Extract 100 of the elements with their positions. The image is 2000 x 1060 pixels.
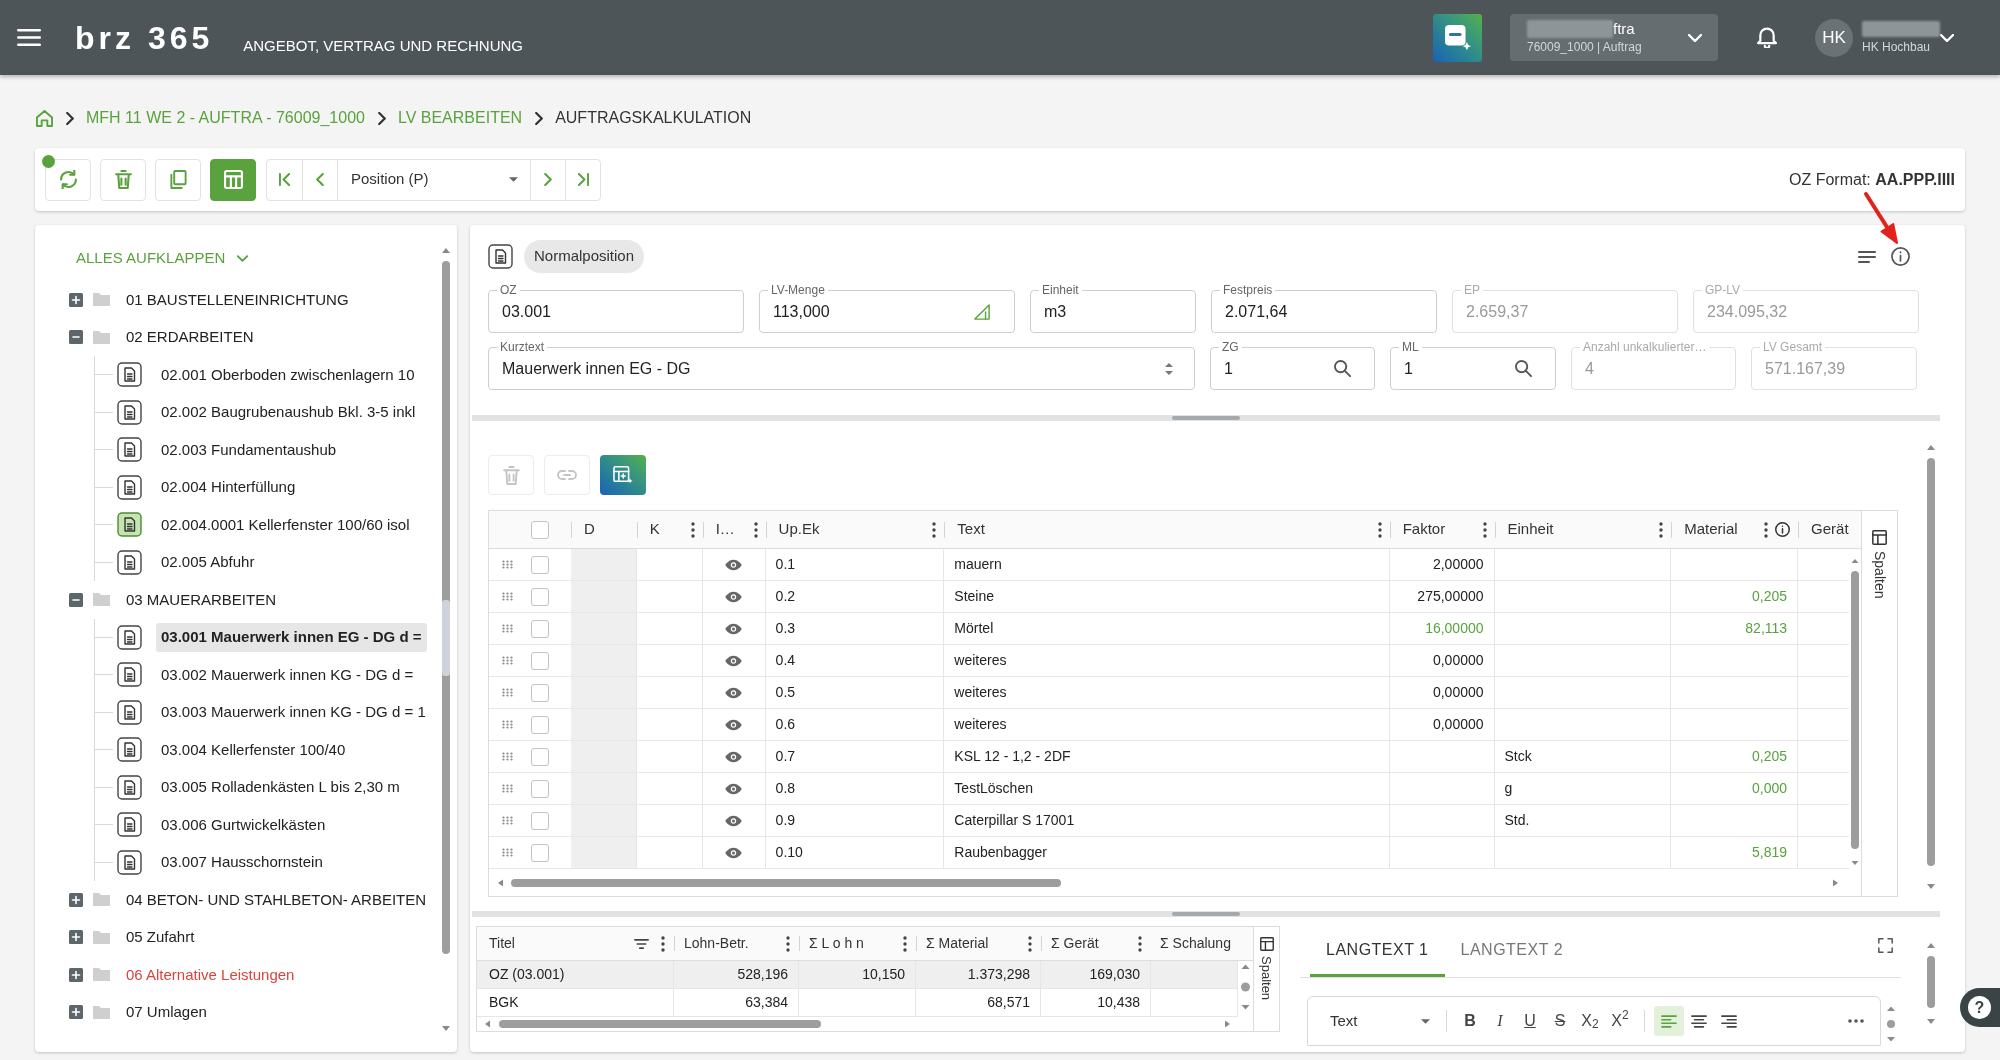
column-header[interactable]: Σ Schalung [1160, 933, 1231, 954]
tree-folder-label[interactable]: 02 ERDARBEITEN [126, 326, 254, 349]
columns-panel-tab[interactable]: Spalten [1861, 511, 1897, 896]
minus-box-icon[interactable] [69, 592, 83, 607]
user-avatar[interactable]: HK [1815, 18, 1853, 57]
column-header[interactable]: Σ Gerät [1051, 933, 1099, 954]
column-header[interactable]: K [649, 518, 660, 541]
plus-box-icon[interactable] [69, 892, 83, 907]
checkbox[interactable] [530, 587, 549, 606]
vertical-scrollbar[interactable] [1885, 1004, 1897, 1044]
tree-position-label[interactable]: 02.003 Fundamentaushub [161, 438, 337, 461]
kebab-menu-icon[interactable] [1138, 935, 1142, 952]
summary-row[interactable]: OZ (03.001) 528,196 10,150 1.373,298 169,030 [477, 961, 1238, 989]
tree-folder-label[interactable]: 04 BETON- UND STAHLBETON- ARBEITEN [126, 888, 427, 911]
drag-handle-icon[interactable] [501, 784, 513, 793]
home-icon[interactable] [36, 109, 53, 127]
plus-box-icon[interactable] [69, 967, 83, 982]
resize-handle[interactable] [1172, 416, 1240, 420]
column-header[interactable]: Up.Ek [778, 518, 820, 541]
tree-position-label[interactable]: 03.007 Hausschornstein [161, 851, 323, 874]
ai-table-button[interactable] [600, 455, 646, 495]
tree-position-label[interactable]: 02.002 Baugrubenaushub Bkl. 3-5 inkl [161, 401, 416, 424]
kebab-menu-icon[interactable] [661, 935, 665, 952]
plus-box-icon[interactable] [69, 292, 83, 307]
column-header[interactable]: I… [715, 518, 735, 541]
column-header[interactable]: D [583, 518, 595, 541]
chevron-down-icon[interactable] [1940, 33, 1954, 42]
tree-position-label[interactable]: 03.004 Kellerfenster 100/40 [161, 738, 346, 761]
subscript-button[interactable]: X$_{2}$ [1575, 1006, 1605, 1036]
checkbox[interactable] [530, 619, 549, 638]
drag-handle-icon[interactable] [501, 720, 513, 729]
kebab-menu-icon[interactable] [903, 935, 907, 952]
eye-icon[interactable] [724, 590, 744, 603]
column-header[interactable]: Titel [489, 933, 515, 954]
eye-icon[interactable] [724, 846, 744, 859]
column-header[interactable]: Σ Material [926, 933, 989, 954]
drag-handle-icon[interactable] [501, 848, 513, 857]
column-header[interactable]: Lohn-Betr. [684, 933, 749, 954]
kebab-menu-icon[interactable] [753, 521, 758, 538]
app-switcher-button[interactable] [1433, 13, 1482, 62]
expand-button[interactable] [1878, 938, 1893, 953]
column-header[interactable]: Einheit [1507, 518, 1554, 541]
tree-position-label[interactable]: 02.004 Hinterfüllung [161, 476, 296, 499]
checkbox[interactable] [530, 520, 549, 539]
checkbox[interactable] [530, 779, 549, 798]
calculation-button[interactable] [210, 158, 256, 201]
checkbox[interactable] [530, 683, 549, 702]
tree-folder-label[interactable]: 01 BAUSTELLENEINRICHTUNG [126, 288, 349, 311]
drag-handle-icon[interactable] [501, 560, 513, 569]
superscript-button[interactable]: X$^{2}$ [1605, 1006, 1635, 1036]
checkbox[interactable] [530, 715, 549, 734]
tree-position-label[interactable]: 03.002 Mauerwerk innen KG - DG d = [161, 663, 414, 686]
drag-handle-icon[interactable] [501, 816, 513, 825]
eye-icon[interactable] [724, 622, 744, 635]
kebab-menu-icon[interactable] [1377, 521, 1382, 538]
kebab-menu-icon[interactable] [1764, 521, 1769, 538]
more-button[interactable] [1848, 1019, 1864, 1023]
checkbox[interactable] [530, 555, 549, 574]
resize-handle[interactable] [1172, 912, 1240, 916]
kebab-menu-icon[interactable] [1482, 521, 1487, 538]
drag-handle-icon[interactable] [501, 624, 513, 633]
tab[interactable]: LANGTEXT 2 [1444, 925, 1580, 977]
checkbox[interactable] [530, 651, 549, 670]
column-header[interactable]: Text [957, 518, 985, 541]
tree-folder-label[interactable]: 03 MAUERARBEITEN [126, 588, 277, 611]
italic-button[interactable]: I [1485, 1006, 1515, 1036]
columns-panel-tab[interactable]: Spalten [1253, 927, 1279, 1031]
kebab-menu-icon[interactable] [1659, 521, 1664, 538]
minus-box-icon[interactable] [69, 330, 83, 345]
kebab-menu-icon[interactable] [690, 521, 695, 538]
tree-folder-label[interactable]: 05 Zufahrt [126, 926, 195, 949]
column-header[interactable]: Material [1684, 518, 1738, 541]
tree-position-label[interactable]: 03.001 Mauerwerk innen EG - DG d = [156, 623, 427, 652]
plus-box-icon[interactable] [69, 930, 83, 945]
help-button[interactable]: ? [1960, 988, 2000, 1027]
project-selector[interactable]: ftra 76009_1000 | Auftrag [1510, 14, 1718, 61]
kebab-menu-icon[interactable] [786, 935, 790, 952]
eye-icon[interactable] [724, 782, 744, 795]
underline-button[interactable]: U [1515, 1006, 1545, 1036]
tree-position-label[interactable]: 03.003 Mauerwerk innen KG - DG d = 1 [161, 701, 426, 724]
plus-box-icon[interactable] [69, 1005, 83, 1020]
tree-folder-label[interactable]: 07 Umlagen [126, 1001, 207, 1024]
kebab-menu-icon[interactable] [932, 521, 937, 538]
delete-button[interactable] [100, 158, 146, 201]
column-header[interactable]: Σ L o h n [809, 933, 864, 954]
summary-row[interactable]: BGK 63,384 68,571 10,438 [477, 989, 1238, 1017]
kebab-menu-icon[interactable] [1028, 935, 1032, 952]
tree-position-label[interactable]: 02.005 Abfuhr [161, 551, 255, 574]
drag-handle-icon[interactable] [501, 656, 513, 665]
refresh-button[interactable] [45, 158, 91, 201]
drag-handle-icon[interactable] [501, 592, 513, 601]
tree-position-label[interactable]: 02.001 Oberboden zwischenlagern 10 [161, 363, 415, 386]
strikethrough-button[interactable]: S [1545, 1006, 1575, 1036]
eye-icon[interactable] [724, 686, 744, 699]
text-style-select[interactable]: Text [1320, 1005, 1438, 1037]
checkbox[interactable] [530, 811, 549, 830]
checkbox[interactable] [530, 843, 549, 862]
eye-icon[interactable] [724, 654, 744, 667]
column-header[interactable]: Gerät [1811, 518, 1849, 541]
filter-icon[interactable] [634, 938, 649, 949]
